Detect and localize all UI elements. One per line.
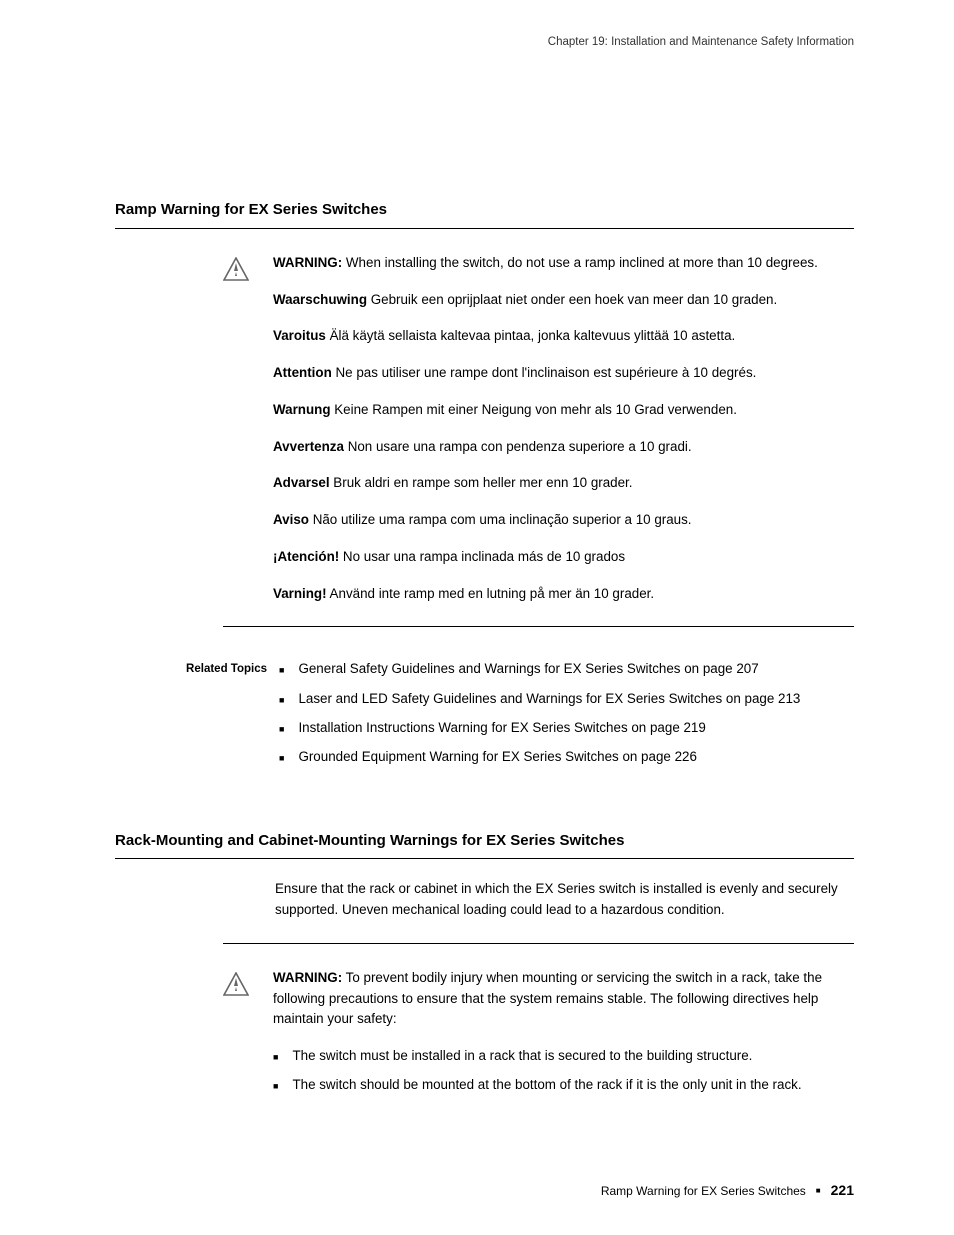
bullet-icon: ■ (279, 752, 284, 766)
text: Älä käytä sellaista kaltevaa pintaa, jon… (326, 328, 735, 343)
warning-text-nl: Waarschuwing Gebruik een oprijplaat niet… (273, 290, 854, 311)
bullet-icon: ■ (279, 694, 284, 708)
text: The switch should be mounted at the bott… (292, 1075, 801, 1095)
section-rack-mounting: Rack-Mounting and Cabinet-Mounting Warni… (115, 830, 854, 1105)
list-item: ■ The switch should be mounted at the bot… (273, 1075, 854, 1095)
label: Attention (273, 365, 332, 380)
text: When installing the switch, do not use a… (342, 255, 818, 270)
heading-rack: Rack-Mounting and Cabinet-Mounting Warni… (115, 830, 854, 860)
warning-text-fi: Varoitus Älä käytä sellaista kaltevaa pi… (273, 326, 854, 347)
list-item: ■ Laser and LED Safety Guidelines and War… (279, 689, 854, 709)
warning-block: WARNING: When installing the switch, do … (223, 253, 854, 605)
text: Ne pas utiliser une rampe dont l'inclina… (332, 365, 757, 380)
text: Keine Rampen mit einer Neigung von mehr … (331, 402, 737, 417)
label: Avvertenza (273, 439, 344, 454)
page-footer: Ramp Warning for EX Series Switches ■ 22… (601, 1180, 854, 1201)
warning-icon (223, 257, 249, 281)
label: Advarsel (273, 475, 330, 490)
warning-body: WARNING: When installing the switch, do … (273, 253, 854, 605)
label: ¡Atención! (273, 549, 339, 564)
text: To prevent bodily injury when mounting o… (273, 970, 822, 1027)
link-text[interactable]: General Safety Guidelines and Warnings f… (298, 659, 758, 679)
warning-text-en: WARNING: When installing the switch, do … (273, 253, 854, 274)
related-topics: Related Topics ■ General Safety Guideline… (115, 659, 854, 775)
label: WARNING: (273, 970, 342, 985)
warning-text-sv: Varning! Använd inte ramp med en lutning… (273, 584, 854, 605)
page-number: 221 (831, 1180, 854, 1201)
list-item: ■ Grounded Equipment Warning for EX Serie… (279, 747, 854, 767)
link-text[interactable]: Laser and LED Safety Guidelines and Warn… (298, 689, 800, 709)
related-topics-list: ■ General Safety Guidelines and Warnings … (279, 659, 854, 775)
footer-section-name: Ramp Warning for EX Series Switches (601, 1182, 806, 1200)
section-ramp-warning: Ramp Warning for EX Series Switches WARN… (115, 199, 854, 776)
bullet-icon: ■ (816, 1185, 821, 1197)
bullet-icon: ■ (279, 664, 284, 678)
bullet-icon: ■ (273, 1080, 278, 1094)
text: Använd inte ramp med en lutning på mer ä… (327, 586, 655, 601)
page: Chapter 19: Installation and Maintenance… (0, 0, 954, 1235)
text: Gebruik een oprijplaat niet onder een ho… (367, 292, 777, 307)
intro-paragraph: Ensure that the rack or cabinet in which… (275, 879, 854, 921)
text: The switch must be installed in a rack t… (292, 1046, 752, 1066)
label: Aviso (273, 512, 309, 527)
label: Varning! (273, 586, 327, 601)
warning-text-pt: Aviso Não utilize uma rampa com uma incl… (273, 510, 854, 531)
warning-text-es: ¡Atención! No usar una rampa inclinada m… (273, 547, 854, 568)
running-header: Chapter 19: Installation and Maintenance… (115, 34, 854, 51)
warning-text: WARNING: To prevent bodily injury when m… (273, 968, 854, 1030)
warning-text-no: Advarsel Bruk aldri en rampe som heller … (273, 473, 854, 494)
related-topics-label: Related Topics (115, 659, 279, 678)
heading-ramp: Ramp Warning for EX Series Switches (115, 199, 854, 229)
link-text[interactable]: Installation Instructions Warning for EX… (298, 718, 705, 738)
bullet-icon: ■ (273, 1051, 278, 1065)
list-item: ■ The switch must be installed in a rack … (273, 1046, 854, 1066)
list-item: ■ General Safety Guidelines and Warnings … (279, 659, 854, 679)
warning-text-de: Warnung Keine Rampen mit einer Neigung v… (273, 400, 854, 421)
warning-icon (223, 972, 249, 996)
label: WARNING: (273, 255, 342, 270)
label: Varoitus (273, 328, 326, 343)
bullet-icon: ■ (279, 723, 284, 737)
warning-text-it: Avvertenza Non usare una rampa con pende… (273, 437, 854, 458)
list-item: ■ Installation Instructions Warning for E… (279, 718, 854, 738)
link-text[interactable]: Grounded Equipment Warning for EX Series… (298, 747, 696, 767)
text: Não utilize uma rampa com uma inclinação… (309, 512, 692, 527)
text: Non usare una rampa con pendenza superio… (344, 439, 692, 454)
warning-text-fr: Attention Ne pas utiliser une rampe dont… (273, 363, 854, 384)
warning-block: WARNING: To prevent bodily injury when m… (223, 968, 854, 1105)
text: Bruk aldri en rampe som heller mer enn 1… (330, 475, 633, 490)
divider (223, 943, 854, 944)
text: No usar una rampa inclinada más de 10 gr… (339, 549, 625, 564)
label: Warnung (273, 402, 331, 417)
label: Waarschuwing (273, 292, 367, 307)
divider (223, 626, 854, 627)
warning-body: WARNING: To prevent bodily injury when m… (273, 968, 854, 1105)
